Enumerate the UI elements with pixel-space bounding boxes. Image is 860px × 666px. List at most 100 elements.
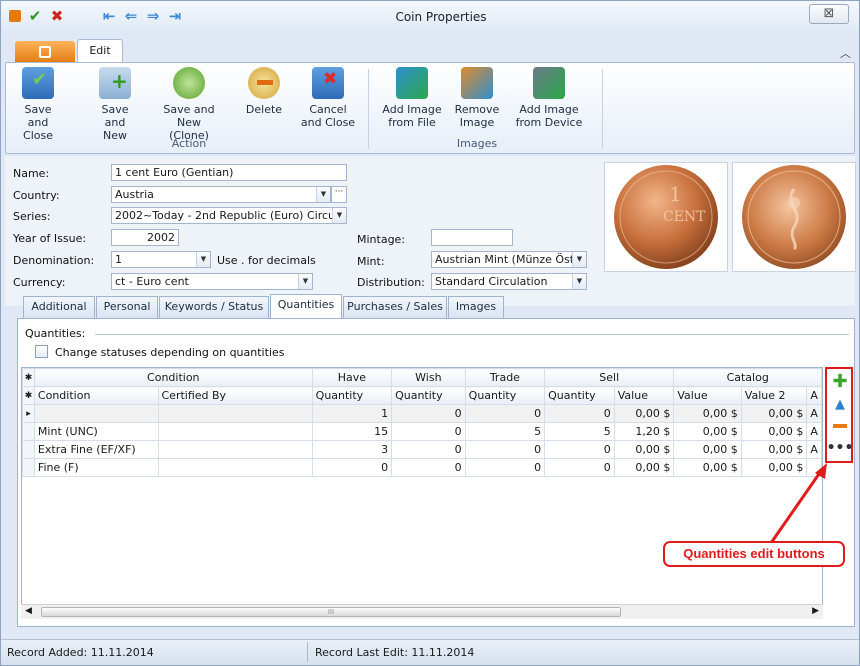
col-wish-quantity[interactable]: Quantity [391, 386, 466, 405]
cell-wish[interactable]: 0 [391, 458, 466, 477]
group-header-wish[interactable]: Wish [391, 368, 466, 387]
group-header-trade[interactable]: Trade [464, 368, 546, 387]
table-row[interactable]: Fine (F) 0 0 0 0 0,00 $0,00 $0,00 $ [22, 458, 822, 477]
cell-a[interactable]: A [806, 422, 822, 441]
coin-obverse-image[interactable]: 1 CENT [604, 162, 728, 272]
tab-images[interactable]: Images [448, 296, 504, 318]
group-header-condition[interactable]: Condition [33, 368, 313, 387]
cell-val2[interactable]: 0,00 $ [740, 422, 808, 441]
tab-purchases-sales[interactable]: Purchases / Sales [343, 296, 447, 318]
cell-certified[interactable] [157, 458, 313, 477]
app-menu-button[interactable] [15, 41, 75, 63]
group-header-sell[interactable]: Sell [544, 368, 675, 387]
cell-trade[interactable]: 0 [464, 440, 546, 459]
cell-val[interactable]: 0,00 $ [673, 440, 742, 459]
add-row-button[interactable]: ✚ [831, 371, 849, 392]
cell-condition[interactable]: Mint (UNC) [33, 422, 159, 441]
chevron-down-icon[interactable]: ▼ [572, 274, 586, 289]
change-statuses-checkbox[interactable] [35, 345, 48, 358]
cell-trade[interactable]: 0 [464, 458, 546, 477]
cell-val[interactable]: 0,00 $ [673, 458, 742, 477]
cell-condition[interactable]: Fine (F) [33, 458, 159, 477]
table-row[interactable]: ▸ 1 0 0 0 0,00 $0,00 $0,00 $ A [22, 404, 822, 423]
tab-additional[interactable]: Additional [23, 296, 95, 318]
group-header-have[interactable]: Have [311, 368, 393, 387]
tab-quantities[interactable]: Quantities [270, 294, 342, 319]
col-catalog-value-2[interactable]: Value 2 [740, 386, 808, 405]
mintage-field[interactable] [431, 229, 513, 246]
cancel-x-icon[interactable]: ✖ [49, 7, 65, 25]
tab-edit[interactable]: Edit [77, 39, 123, 63]
remove-row-button[interactable] [831, 417, 849, 435]
save-and-new-button[interactable]: + Save and New [90, 67, 140, 142]
cell-certified[interactable] [157, 422, 313, 441]
last-record-icon[interactable]: ⇥ [167, 7, 183, 25]
cell-sell-v[interactable]: 0,00 $ [613, 404, 675, 423]
year-of-issue-field[interactable]: 2002 [111, 229, 179, 246]
cell-wish[interactable]: 0 [391, 440, 466, 459]
col-have-quantity[interactable]: Quantity [311, 386, 393, 405]
cell-have[interactable]: 3 [311, 440, 393, 459]
chevron-down-icon[interactable]: ▼ [316, 187, 330, 202]
denomination-field[interactable]: 1 ▼ [111, 251, 211, 268]
move-up-button[interactable]: ▲ [831, 395, 849, 413]
distribution-select[interactable]: Standard Circulation ▼ [431, 273, 587, 290]
add-image-from-device-button[interactable]: Add Image from Device [514, 67, 584, 129]
row-indicator[interactable]: ▸ [22, 404, 35, 423]
cell-certified[interactable] [157, 440, 313, 459]
chevron-down-icon[interactable]: ▼ [298, 274, 312, 289]
close-window-button[interactable]: ⊠ [809, 4, 849, 24]
col-certified-by[interactable]: Certified By [157, 386, 313, 405]
chevron-down-icon[interactable]: ▼ [572, 252, 586, 267]
cell-trade[interactable]: 5 [464, 422, 546, 441]
add-image-from-file-button[interactable]: Add Image from File [382, 67, 442, 129]
series-select[interactable]: 2002~Today - 2nd Republic (Euro) Circula… [111, 207, 347, 224]
previous-record-icon[interactable]: ⇐ [123, 7, 139, 25]
cell-val2[interactable]: 0,00 $ [740, 440, 808, 459]
collapse-ribbon-icon[interactable]: ︿ [840, 45, 851, 61]
coin-reverse-image[interactable] [732, 162, 856, 272]
cell-sell-q[interactable]: 5 [544, 422, 615, 441]
horizontal-scrollbar[interactable]: ◀ III ▶ [21, 604, 823, 619]
cell-wish[interactable]: 0 [391, 404, 466, 423]
cell-condition[interactable] [33, 404, 159, 423]
col-trade-quantity[interactable]: Quantity [464, 386, 546, 405]
col-a[interactable]: A [806, 386, 822, 405]
remove-image-button[interactable]: Remove Image [452, 67, 502, 129]
cell-trade[interactable]: 0 [464, 404, 546, 423]
more-options-button[interactable]: ••• [827, 439, 854, 457]
cell-have[interactable]: 1 [311, 404, 393, 423]
scroll-right-icon[interactable]: ▶ [812, 606, 819, 616]
first-record-icon[interactable]: ⇤ [101, 7, 117, 25]
check-icon[interactable]: ✔ [27, 7, 43, 25]
row-indicator[interactable] [22, 458, 35, 477]
cell-condition[interactable]: Extra Fine (EF/XF) [33, 440, 159, 459]
cell-sell-q[interactable]: 0 [544, 404, 615, 423]
cell-wish[interactable]: 0 [391, 422, 466, 441]
table-row[interactable]: Mint (UNC) 15 0 5 5 1,20 $0,00 $0,00 $ A [22, 422, 822, 441]
chevron-down-icon[interactable]: ▼ [332, 208, 346, 223]
country-select[interactable]: Austria ▼ [111, 186, 331, 203]
col-condition[interactable]: Condition [33, 386, 159, 405]
save-and-new-clone-button[interactable]: Save and New (Clone) [156, 67, 222, 142]
col-sell-quantity[interactable]: Quantity [544, 386, 615, 405]
currency-select[interactable]: ct - Euro cent ▼ [111, 273, 313, 290]
cell-val[interactable]: 0,00 $ [673, 422, 742, 441]
row-indicator[interactable] [22, 422, 35, 441]
scroll-left-icon[interactable]: ◀ [25, 606, 32, 616]
cell-sell-v[interactable]: 0,00 $ [613, 440, 675, 459]
scroll-thumb[interactable]: III [41, 607, 621, 617]
col-catalog-value[interactable]: Value [673, 386, 742, 405]
chevron-down-icon[interactable]: ▼ [196, 252, 210, 267]
cell-a[interactable]: A [806, 404, 822, 423]
mint-select[interactable]: Austrian Mint (Münze Öste ▼ [431, 251, 587, 268]
row-indicator[interactable] [22, 440, 35, 459]
cell-sell-q[interactable]: 0 [544, 440, 615, 459]
delete-button[interactable]: Delete [242, 67, 286, 116]
tab-keywords-status[interactable]: Keywords / Status [159, 296, 269, 318]
cell-val[interactable]: 0,00 $ [673, 404, 742, 423]
cell-a[interactable]: A [806, 440, 822, 459]
cell-have[interactable]: 15 [311, 422, 393, 441]
table-row[interactable]: Extra Fine (EF/XF) 3 0 0 0 0,00 $0,00 $0,00 $… [22, 440, 822, 459]
cell-sell-v[interactable]: 0,00 $ [613, 458, 675, 477]
